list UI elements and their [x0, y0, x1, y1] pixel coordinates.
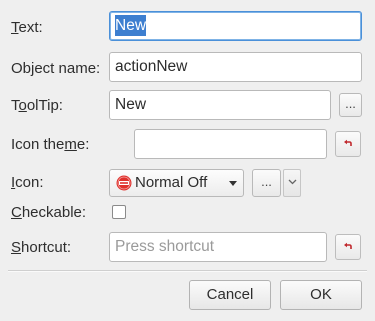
cancel-button[interactable]: Cancel [189, 280, 271, 310]
icon-label: Icon: [11, 174, 44, 191]
icon-theme-reset-button[interactable] [335, 131, 361, 157]
new-document-icon [116, 175, 132, 191]
icon-browse-button[interactable]: ... [252, 169, 281, 197]
tooltip-browse-button[interactable]: ... [339, 93, 362, 117]
separator [8, 270, 367, 272]
shortcut-input[interactable]: Press shortcut [109, 232, 327, 262]
text-label: Text: [11, 19, 43, 36]
shortcut-reset-button[interactable] [335, 234, 361, 260]
text-input[interactable]: New [109, 11, 362, 41]
shortcut-placeholder: Press shortcut [115, 238, 215, 255]
icon-mode-value: Normal Off [135, 174, 208, 191]
object-name-input[interactable]: actionNew [109, 52, 362, 82]
chevron-down-icon [288, 179, 297, 185]
checkable-checkbox[interactable] [112, 205, 126, 219]
ok-button[interactable]: OK [280, 280, 362, 310]
icon-mode-combobox[interactable]: Normal Off [109, 169, 244, 197]
object-name-label: Object name: [11, 60, 101, 77]
icon-theme-label: Icon theme: [11, 136, 90, 153]
text-input-selected-value: New [115, 15, 147, 36]
icon-menu-dropdown-button[interactable] [283, 169, 301, 197]
reset-arrow-icon [344, 139, 352, 146]
shortcut-label: Shortcut: [11, 239, 72, 256]
tooltip-input[interactable]: New [109, 90, 331, 120]
chevron-down-icon [229, 181, 237, 186]
icon-theme-input[interactable] [134, 129, 327, 159]
checkable-label: Checkable: [11, 204, 87, 221]
reset-arrow-icon [344, 242, 352, 249]
tooltip-label: ToolTip: [11, 97, 63, 114]
